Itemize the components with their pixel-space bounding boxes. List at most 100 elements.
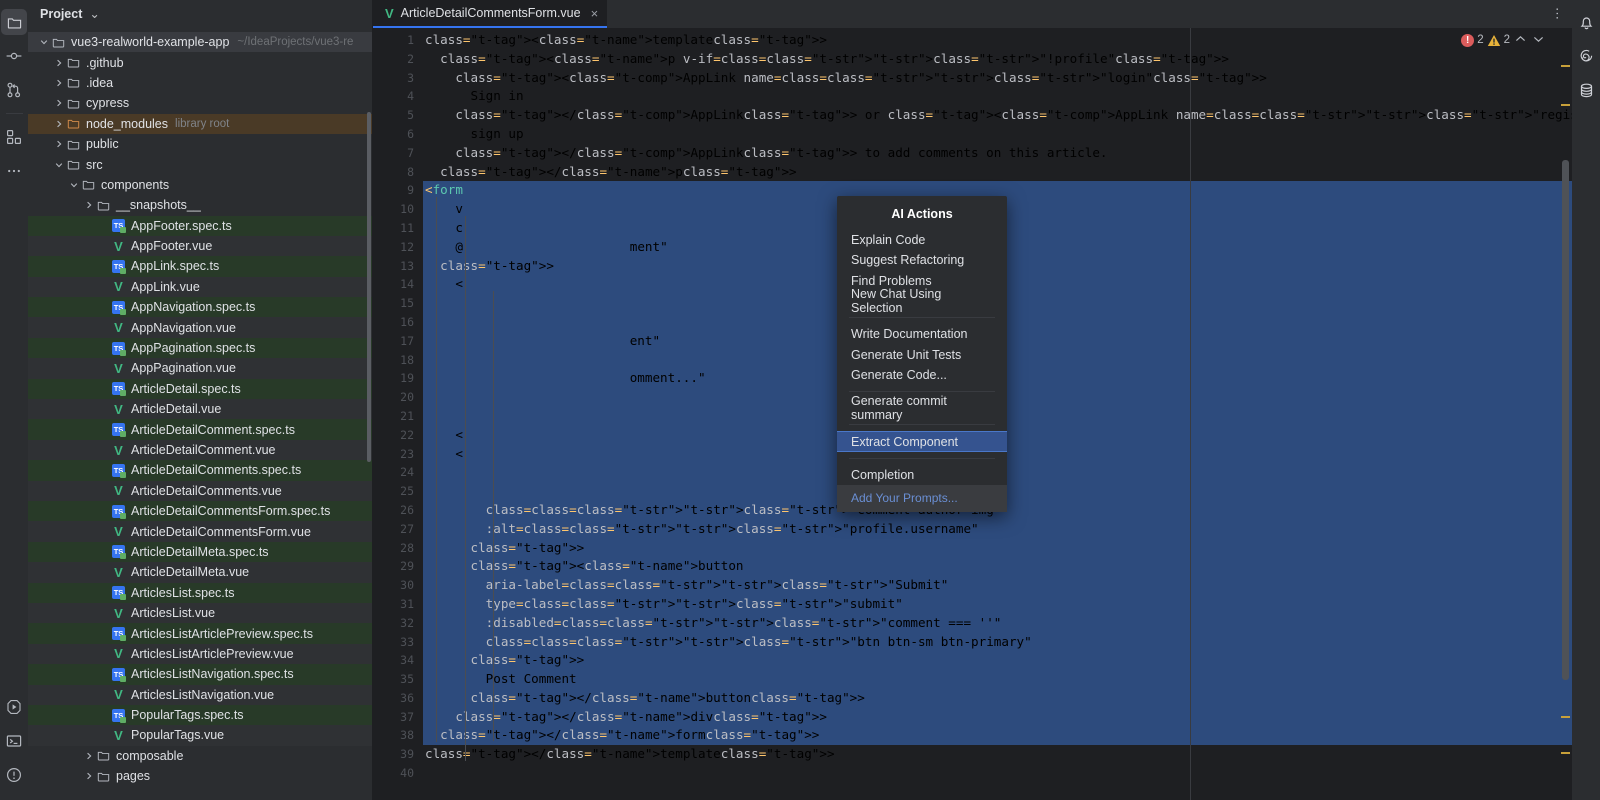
tree-row[interactable]: components: [28, 175, 373, 195]
code-line[interactable]: class=class=class="t-str">"t-str">class=…: [423, 632, 1572, 652]
code-line[interactable]: aria-label=class=class="t-str">"t-str">c…: [423, 576, 1572, 595]
tree-row[interactable]: TS ArticleDetailComment.spec.ts: [28, 419, 373, 440]
tree-row[interactable]: V AppFooter.vue: [28, 235, 373, 257]
chevron-right-icon[interactable]: [83, 750, 95, 762]
problems-icon[interactable]: [1, 762, 27, 788]
project-panel-scrollbar[interactable]: [367, 112, 371, 462]
ai-assistant-icon[interactable]: [1573, 43, 1599, 69]
code-line[interactable]: class="t-tag"><class="t-name">templatecl…: [423, 31, 1572, 50]
code-line[interactable]: class="t-tag"></class="t-name">divclass=…: [423, 707, 1572, 727]
project-panel-header[interactable]: Project ⌄: [28, 0, 373, 27]
commit-icon[interactable]: [1, 43, 27, 69]
menu-item-generate-code[interactable]: Generate Code...: [837, 365, 1007, 385]
tree-row[interactable]: TS ArticleDetail.spec.ts: [28, 378, 373, 400]
menu-item-write-documentation[interactable]: Write Documentation: [837, 324, 1007, 344]
menu-item-explain-code[interactable]: Explain Code: [837, 230, 1007, 250]
ai-actions-popup[interactable]: AI Actions Explain Code Suggest Refactori…: [837, 196, 1007, 512]
add-your-prompts-link[interactable]: Add Your Prompts...: [837, 484, 1007, 512]
notifications-bell-icon[interactable]: [1573, 9, 1599, 35]
chevron-right-icon[interactable]: [83, 199, 95, 211]
tree-row[interactable]: V ArticlesListArticlePreview.vue: [28, 643, 373, 665]
project-folder-icon[interactable]: [1, 9, 27, 35]
tree-row[interactable]: TS PopularTags.spec.ts: [28, 704, 373, 726]
tree-row[interactable]: node_modules library root: [28, 113, 373, 134]
chevron-right-icon[interactable]: [53, 138, 65, 150]
tree-row[interactable]: V ArticleDetailComments.vue: [28, 480, 373, 501]
code-line[interactable]: :disabled=class=class="t-str">"t-str">cl…: [423, 613, 1572, 633]
code-line[interactable]: sign up: [423, 125, 1572, 144]
tree-row[interactable]: V ArticleDetail.vue: [28, 399, 373, 420]
code-line[interactable]: class="t-tag"><class="t-name">button: [423, 557, 1572, 577]
tree-row[interactable]: V ArticleDetailCommentsForm.vue: [28, 521, 373, 542]
chevron-right-icon[interactable]: [53, 57, 65, 69]
tree-row[interactable]: vue3-realworld-example-app ~/IdeaProjects…: [28, 32, 373, 53]
tree-row[interactable]: TS ArticlesList.spec.ts: [28, 582, 373, 603]
menu-item-suggest-refactoring[interactable]: Suggest Refactoring: [837, 250, 1007, 270]
tree-row[interactable]: cypress: [28, 93, 373, 113]
code-line[interactable]: class="t-tag"></class="t-name">pclass="t…: [423, 163, 1572, 182]
terminal-icon[interactable]: [1, 728, 27, 754]
tree-row[interactable]: public: [28, 134, 373, 154]
tree-row[interactable]: TS ArticlesListArticlePreview.spec.ts: [28, 623, 373, 644]
tree-row[interactable]: V AppPagination.vue: [28, 358, 373, 379]
close-icon[interactable]: ×: [591, 6, 599, 21]
code-line[interactable]: class="t-tag"><class="t-comp">AppLink na…: [423, 69, 1572, 88]
menu-item-generate-unit-tests[interactable]: Generate Unit Tests: [837, 344, 1007, 364]
tree-row[interactable]: TS ArticleDetailMeta.spec.ts: [28, 541, 373, 563]
menu-item-generate-commit-summary[interactable]: Generate commit summary: [837, 394, 1007, 422]
code-line[interactable]: class="t-tag"><class="t-name">p v-if=cla…: [423, 50, 1572, 69]
more-options-icon[interactable]: ⋯: [1550, 0, 1565, 28]
tree-row[interactable]: composable: [28, 746, 373, 766]
tree-row[interactable]: __snapshots__: [28, 195, 373, 215]
code-line[interactable]: class="t-tag"></class="t-comp">AppLinkcl…: [423, 106, 1572, 125]
chevron-down-icon[interactable]: [1533, 34, 1544, 46]
code-line[interactable]: Sign in: [423, 87, 1572, 106]
menu-item-extract-component[interactable]: Extract Component: [837, 431, 1007, 452]
project-file-tree[interactable]: vue3-realworld-example-app ~/IdeaProjects…: [28, 27, 373, 800]
tree-row[interactable]: TS AppFooter.spec.ts: [28, 215, 373, 236]
editor-marker-strip[interactable]: [1558, 28, 1572, 800]
chevron-down-icon[interactable]: [53, 159, 65, 171]
editor-tab-articledetailcommentsform[interactable]: V ArticleDetailCommentsForm.vue ×: [373, 0, 608, 28]
chevron-right-icon[interactable]: [53, 97, 65, 109]
tree-row[interactable]: V ArticleDetailMeta.vue: [28, 562, 373, 583]
tree-row[interactable]: pages: [28, 766, 373, 786]
menu-item-completion[interactable]: Completion: [837, 465, 1007, 485]
code-line[interactable]: [423, 764, 1572, 783]
code-line[interactable]: class="t-tag"></class="t-comp">AppLinkcl…: [423, 144, 1572, 163]
tree-row[interactable]: V AppLink.vue: [28, 276, 373, 298]
tree-row[interactable]: TS ArticleDetailCommentsForm.spec.ts: [28, 500, 373, 522]
tree-row[interactable]: TS AppPagination.spec.ts: [28, 337, 373, 359]
menu-item-new-chat-using-selection[interactable]: New Chat Using Selection: [837, 287, 1007, 315]
code-line[interactable]: Post Comment: [423, 670, 1572, 689]
chevron-down-icon[interactable]: ⌄: [89, 6, 99, 21]
tree-row[interactable]: .github: [28, 52, 373, 72]
plugins-icon[interactable]: [1, 124, 27, 150]
code-line[interactable]: class="t-tag"></class="t-name">buttoncla…: [423, 688, 1572, 708]
tree-row[interactable]: V ArticlesList.vue: [28, 602, 373, 624]
chevron-down-icon[interactable]: [68, 179, 80, 191]
code-line[interactable]: :alt=class=class="t-str">"t-str">class="…: [423, 519, 1572, 539]
code-line[interactable]: type=class=class="t-str">"t-str">class="…: [423, 594, 1572, 614]
chevron-down-icon[interactable]: [38, 36, 50, 48]
tree-row[interactable]: src: [28, 154, 373, 174]
run-icon[interactable]: [1, 694, 27, 720]
more-tool-windows-icon[interactable]: [1, 158, 27, 184]
editor-scrollbar-thumb[interactable]: [1562, 160, 1569, 680]
database-icon[interactable]: [1573, 77, 1599, 103]
tree-row[interactable]: V PopularTags.vue: [28, 725, 373, 746]
code-line[interactable]: class="t-tag"></class="t-name">templatec…: [423, 745, 1572, 764]
chevron-right-icon[interactable]: [53, 118, 65, 130]
pull-requests-icon[interactable]: [1, 77, 27, 103]
tree-row[interactable]: V ArticleDetailComment.vue: [28, 439, 373, 461]
chevron-right-icon[interactable]: [53, 77, 65, 89]
tree-row[interactable]: V AppNavigation.vue: [28, 317, 373, 338]
chevron-up-icon[interactable]: [1515, 34, 1526, 46]
tree-row[interactable]: TS AppLink.spec.ts: [28, 256, 373, 277]
tree-row[interactable]: TS ArticleDetailComments.spec.ts: [28, 460, 373, 481]
tree-row[interactable]: V ArticlesListNavigation.vue: [28, 684, 373, 705]
chevron-right-icon[interactable]: [83, 770, 95, 782]
tree-row[interactable]: .idea: [28, 73, 373, 93]
code-line[interactable]: class="t-tag"></class="t-name">formclass…: [423, 726, 1572, 746]
code-line[interactable]: class="t-tag">>: [423, 651, 1572, 671]
